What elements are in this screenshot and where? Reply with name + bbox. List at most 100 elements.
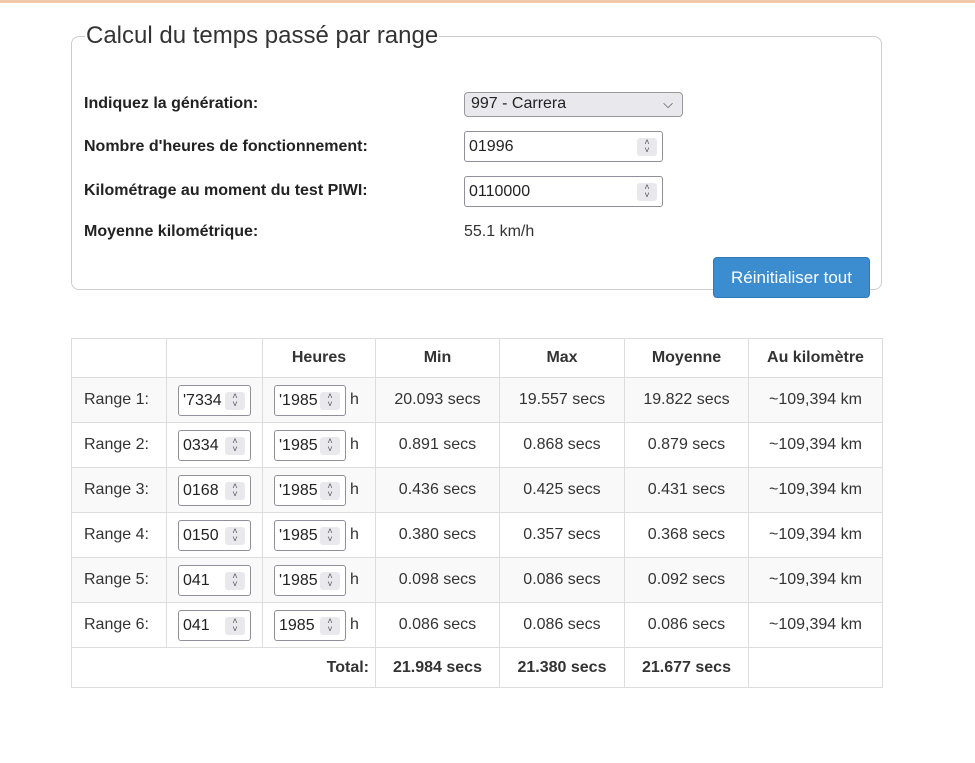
input-value: '1985	[279, 572, 318, 589]
table-row: Range 6: 041 ˄ ˅ 1985 ˄ ˅ h 0.086 secs 0.086…	[71, 602, 883, 648]
input-value: 0150	[183, 527, 219, 544]
hours-input-5[interactable]: '1985 ˄ ˅	[274, 565, 346, 596]
max-cell: 0.357 secs	[499, 512, 625, 558]
header-hours: Heures	[262, 338, 376, 378]
min-cell: 0.380 secs	[375, 512, 500, 558]
spinner-icon[interactable]: ˄ ˅	[320, 482, 340, 500]
hours-cell: 1985 ˄ ˅ h	[262, 602, 376, 648]
spinner-icon[interactable]: ˄ ˅	[225, 437, 245, 455]
max-cell: 0.868 secs	[499, 422, 625, 468]
spinner-icon[interactable]: ˄ ˅	[225, 482, 245, 500]
total-min: 21.984 secs	[375, 647, 500, 688]
spinner-icon[interactable]: ˄ ˅	[225, 392, 245, 410]
input-value: 041	[183, 572, 210, 589]
range-label: Range 1:	[71, 377, 167, 423]
spinner-icon[interactable]: ˄ ˅	[225, 527, 245, 545]
range-input-4[interactable]: 0150 ˄ ˅	[178, 520, 251, 551]
range-label: Range 6:	[71, 602, 167, 648]
spinner-icon[interactable]: ˄ ˅	[225, 617, 245, 635]
hours-cell: '1985 ˄ ˅ h	[262, 377, 376, 423]
range-label: Range 3:	[71, 467, 167, 513]
range-cell: 041 ˄ ˅	[166, 557, 263, 603]
spinner-icon[interactable]: ˄ ˅	[637, 138, 657, 156]
header-empty	[166, 338, 263, 378]
header-empty	[71, 338, 167, 378]
mileage-input[interactable]: 0110000 ˄ ˅	[464, 176, 663, 207]
range-cell: 0150 ˄ ˅	[166, 512, 263, 558]
input-value: 0334	[183, 437, 219, 454]
total-row: Total: 21.984 secs 21.380 secs 21.677 se…	[71, 647, 883, 688]
hours-input-6[interactable]: 1985 ˄ ˅	[274, 610, 346, 641]
range-label: Range 2:	[71, 422, 167, 468]
generation-label: Indiquez la génération:	[84, 95, 259, 112]
header-average: Moyenne	[624, 338, 749, 378]
ranges-table: Heures Min Max Moyenne Au kilomètre Rang…	[71, 338, 883, 688]
range-cell: 0334 ˄ ˅	[166, 422, 263, 468]
spinner-icon[interactable]: ˄ ˅	[320, 617, 340, 635]
input-value: 1985	[279, 617, 315, 634]
range-input-3[interactable]: 0168 ˄ ˅	[178, 475, 251, 506]
range-input-1[interactable]: '7334 ˄ ˅	[178, 385, 251, 416]
header-max: Max	[499, 338, 625, 378]
hours-unit: h	[350, 436, 359, 453]
input-value: 041	[183, 617, 210, 634]
range-input-6[interactable]: 041 ˄ ˅	[178, 610, 251, 641]
spinner-icon[interactable]: ˄ ˅	[320, 437, 340, 455]
chevron-down-icon: ⌵	[663, 96, 673, 111]
generation-selected-value: 997 - Carrera	[471, 95, 567, 112]
hours-unit: h	[350, 526, 359, 543]
hours-cell: '1985 ˄ ˅ h	[262, 512, 376, 558]
top-border	[0, 0, 975, 3]
hours-input-4[interactable]: '1985 ˄ ˅	[274, 520, 346, 551]
reset-all-button[interactable]: Réinitialiser tout	[713, 257, 870, 298]
min-cell: 20.093 secs	[375, 377, 500, 423]
spinner-icon[interactable]: ˄ ˅	[225, 572, 245, 590]
km-cell: ~109,394 km	[748, 377, 883, 423]
km-cell: ~109,394 km	[748, 602, 883, 648]
header-km: Au kilomètre	[748, 338, 883, 378]
hours-value: 01996	[469, 138, 514, 155]
range-label: Range 4:	[71, 512, 167, 558]
km-cell: ~109,394 km	[748, 512, 883, 558]
hours-input-2[interactable]: '1985 ˄ ˅	[274, 430, 346, 461]
hours-input-1[interactable]: '1985 ˄ ˅	[274, 385, 346, 416]
mileage-value: 0110000	[469, 183, 531, 200]
input-value: '1985	[279, 392, 318, 409]
range-cell: 0168 ˄ ˅	[166, 467, 263, 513]
spinner-icon[interactable]: ˄ ˅	[320, 392, 340, 410]
table-row: Range 1: '7334 ˄ ˅ '1985 ˄ ˅ h 20.093 secs 1…	[71, 377, 883, 423]
km-cell: ~109,394 km	[748, 557, 883, 603]
hours-unit: h	[350, 616, 359, 633]
input-value: '1985	[279, 527, 318, 544]
hours-input[interactable]: 01996 ˄ ˅	[464, 131, 663, 162]
spinner-icon[interactable]: ˄ ˅	[637, 183, 657, 201]
range-cell: 041 ˄ ˅	[166, 602, 263, 648]
panel-legend: Calcul du temps passé par range	[86, 22, 439, 49]
spinner-icon[interactable]: ˄ ˅	[320, 527, 340, 545]
hours-unit: h	[350, 481, 359, 498]
avg-cell: 0.431 secs	[624, 467, 749, 513]
min-cell: 0.891 secs	[375, 422, 500, 468]
table-row: Range 4: 0150 ˄ ˅ '1985 ˄ ˅ h 0.380 secs 0.3…	[71, 512, 883, 558]
table-row: Range 5: 041 ˄ ˅ '1985 ˄ ˅ h 0.098 secs 0.08…	[71, 557, 883, 603]
max-cell: 19.557 secs	[499, 377, 625, 423]
min-cell: 0.436 secs	[375, 467, 500, 513]
range-input-5[interactable]: 041 ˄ ˅	[178, 565, 251, 596]
table-row: Range 2: 0334 ˄ ˅ '1985 ˄ ˅ h 0.891 secs 0.8…	[71, 422, 883, 468]
avg-cell: 0.368 secs	[624, 512, 749, 558]
range-label: Range 5:	[71, 557, 167, 603]
total-max: 21.380 secs	[499, 647, 625, 688]
range-cell: '7334 ˄ ˅	[166, 377, 263, 423]
range-input-2[interactable]: 0334 ˄ ˅	[178, 430, 251, 461]
km-cell: ~109,394 km	[748, 422, 883, 468]
input-value: '1985	[279, 437, 318, 454]
max-cell: 0.425 secs	[499, 467, 625, 513]
hours-input-3[interactable]: '1985 ˄ ˅	[274, 475, 346, 506]
generation-select[interactable]: 997 - Carrera ⌵	[464, 92, 683, 117]
input-value: '1985	[279, 482, 318, 499]
hours-cell: '1985 ˄ ˅ h	[262, 467, 376, 513]
total-label: Total:	[71, 647, 376, 688]
max-cell: 0.086 secs	[499, 602, 625, 648]
spinner-icon[interactable]: ˄ ˅	[320, 572, 340, 590]
table-row: Range 3: 0168 ˄ ˅ '1985 ˄ ˅ h 0.436 secs 0.4…	[71, 467, 883, 513]
